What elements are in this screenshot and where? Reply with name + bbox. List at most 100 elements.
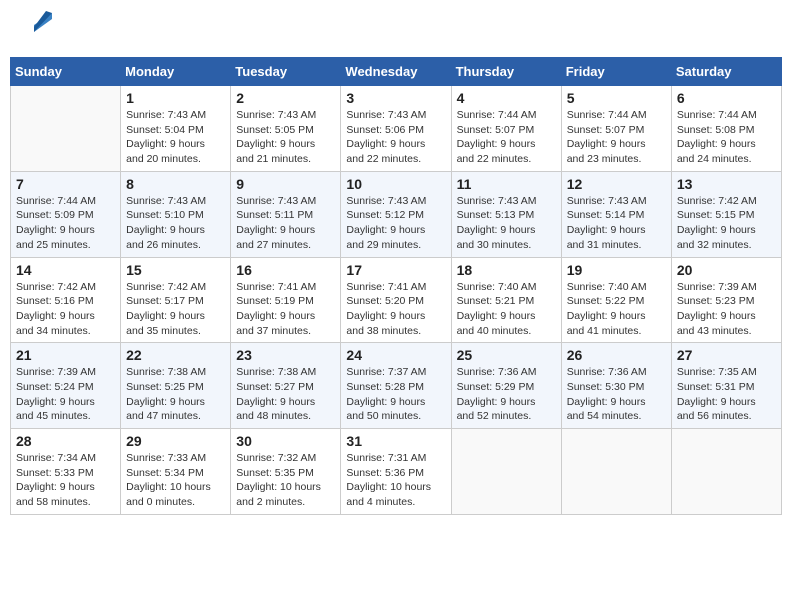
day-info: Sunrise: 7:36 AMSunset: 5:30 PMDaylight:…: [567, 365, 666, 424]
calendar-cell: 17 Sunrise: 7:41 AMSunset: 5:20 PMDayligh…: [341, 257, 451, 343]
day-number: 25: [457, 347, 556, 363]
day-number: 4: [457, 90, 556, 106]
calendar-cell: 28 Sunrise: 7:34 AMSunset: 5:33 PMDayligh…: [11, 429, 121, 515]
day-info: Sunrise: 7:37 AMSunset: 5:28 PMDaylight:…: [346, 365, 445, 424]
day-number: 22: [126, 347, 225, 363]
day-number: 12: [567, 176, 666, 192]
day-info: Sunrise: 7:33 AMSunset: 5:34 PMDaylight:…: [126, 451, 225, 510]
day-number: 16: [236, 262, 335, 278]
calendar-cell: 16 Sunrise: 7:41 AMSunset: 5:19 PMDayligh…: [231, 257, 341, 343]
calendar-cell: 26 Sunrise: 7:36 AMSunset: 5:30 PMDayligh…: [561, 343, 671, 429]
calendar-cell: 5 Sunrise: 7:44 AMSunset: 5:07 PMDaylight…: [561, 86, 671, 172]
day-info: Sunrise: 7:40 AMSunset: 5:22 PMDaylight:…: [567, 280, 666, 339]
day-info: Sunrise: 7:41 AMSunset: 5:20 PMDaylight:…: [346, 280, 445, 339]
calendar-cell: 22Sunrise: 7:38 AMSunset: 5:25 PMDayligh…: [121, 343, 231, 429]
day-number: 31: [346, 433, 445, 449]
day-info: Sunrise: 7:32 AMSunset: 5:35 PMDaylight:…: [236, 451, 335, 510]
calendar-cell: 18 Sunrise: 7:40 AMSunset: 5:21 PMDayligh…: [451, 257, 561, 343]
day-info: Sunrise: 7:43 AMSunset: 5:05 PMDaylight:…: [236, 108, 335, 167]
day-number: 7: [16, 176, 115, 192]
calendar-cell: 9Sunrise: 7:43 AMSunset: 5:11 PMDaylight…: [231, 171, 341, 257]
day-number: 27: [677, 347, 776, 363]
calendar-week-1: 7 Sunrise: 7:44 AMSunset: 5:09 PMDaylight…: [11, 171, 782, 257]
day-number: 26: [567, 347, 666, 363]
day-info: Sunrise: 7:34 AMSunset: 5:33 PMDaylight:…: [16, 451, 115, 510]
day-info: Sunrise: 7:35 AMSunset: 5:31 PMDaylight:…: [677, 365, 776, 424]
calendar-cell: 15 Sunrise: 7:42 AMSunset: 5:17 PMDayligh…: [121, 257, 231, 343]
calendar-cell: 4 Sunrise: 7:44 AMSunset: 5:07 PMDaylight…: [451, 86, 561, 172]
day-info: Sunrise: 7:44 AMSunset: 5:07 PMDaylight:…: [457, 108, 556, 167]
calendar-cell: 23 Sunrise: 7:38 AMSunset: 5:27 PMDayligh…: [231, 343, 341, 429]
day-number: 11: [457, 176, 556, 192]
header-wednesday: Wednesday: [341, 58, 451, 86]
day-number: 23: [236, 347, 335, 363]
day-info: Sunrise: 7:36 AMSunset: 5:29 PMDaylight:…: [457, 365, 556, 424]
calendar-table: SundayMondayTuesdayWednesdayThursdayFrid…: [10, 57, 782, 515]
day-number: 9: [236, 176, 335, 192]
header-saturday: Saturday: [671, 58, 781, 86]
calendar-week-4: 28 Sunrise: 7:34 AMSunset: 5:33 PMDayligh…: [11, 429, 782, 515]
day-info: Sunrise: 7:43 AMSunset: 5:10 PMDaylight:…: [126, 194, 225, 253]
calendar-cell: 31 Sunrise: 7:31 AMSunset: 5:36 PMDayligh…: [341, 429, 451, 515]
calendar-cell: 10 Sunrise: 7:43 AMSunset: 5:12 PMDayligh…: [341, 171, 451, 257]
page-header: [10, 10, 782, 47]
calendar-cell: 13Sunrise: 7:42 AMSunset: 5:15 PMDayligh…: [671, 171, 781, 257]
calendar-cell: 1 Sunrise: 7:43 AMSunset: 5:04 PMDaylight…: [121, 86, 231, 172]
day-number: 20: [677, 262, 776, 278]
day-number: 5: [567, 90, 666, 106]
header-friday: Friday: [561, 58, 671, 86]
day-number: 17: [346, 262, 445, 278]
calendar-cell: 29Sunrise: 7:33 AMSunset: 5:34 PMDayligh…: [121, 429, 231, 515]
day-number: 8: [126, 176, 225, 192]
day-info: Sunrise: 7:40 AMSunset: 5:21 PMDaylight:…: [457, 280, 556, 339]
calendar-cell: 7 Sunrise: 7:44 AMSunset: 5:09 PMDaylight…: [11, 171, 121, 257]
day-info: Sunrise: 7:39 AMSunset: 5:24 PMDaylight:…: [16, 365, 115, 424]
calendar-cell: [451, 429, 561, 515]
day-info: Sunrise: 7:43 AMSunset: 5:14 PMDaylight:…: [567, 194, 666, 253]
day-info: Sunrise: 7:44 AMSunset: 5:09 PMDaylight:…: [16, 194, 115, 253]
day-number: 24: [346, 347, 445, 363]
day-number: 15: [126, 262, 225, 278]
calendar-cell: 8 Sunrise: 7:43 AMSunset: 5:10 PMDaylight…: [121, 171, 231, 257]
header-sunday: Sunday: [11, 58, 121, 86]
calendar-cell: 19 Sunrise: 7:40 AMSunset: 5:22 PMDayligh…: [561, 257, 671, 343]
calendar-week-2: 14 Sunrise: 7:42 AMSunset: 5:16 PMDayligh…: [11, 257, 782, 343]
day-info: Sunrise: 7:44 AMSunset: 5:08 PMDaylight:…: [677, 108, 776, 167]
day-number: 3: [346, 90, 445, 106]
day-number: 10: [346, 176, 445, 192]
day-info: Sunrise: 7:44 AMSunset: 5:07 PMDaylight:…: [567, 108, 666, 167]
day-info: Sunrise: 7:41 AMSunset: 5:19 PMDaylight:…: [236, 280, 335, 339]
header-thursday: Thursday: [451, 58, 561, 86]
day-info: Sunrise: 7:38 AMSunset: 5:27 PMDaylight:…: [236, 365, 335, 424]
calendar-cell: 3Sunrise: 7:43 AMSunset: 5:06 PMDaylight…: [341, 86, 451, 172]
day-number: 28: [16, 433, 115, 449]
header-monday: Monday: [121, 58, 231, 86]
day-info: Sunrise: 7:43 AMSunset: 5:04 PMDaylight:…: [126, 108, 225, 167]
day-number: 18: [457, 262, 556, 278]
day-number: 6: [677, 90, 776, 106]
calendar-cell: 24 Sunrise: 7:37 AMSunset: 5:28 PMDayligh…: [341, 343, 451, 429]
day-info: Sunrise: 7:43 AMSunset: 5:12 PMDaylight:…: [346, 194, 445, 253]
day-number: 19: [567, 262, 666, 278]
day-number: 14: [16, 262, 115, 278]
day-info: Sunrise: 7:31 AMSunset: 5:36 PMDaylight:…: [346, 451, 445, 510]
calendar-cell: 20 Sunrise: 7:39 AMSunset: 5:23 PMDayligh…: [671, 257, 781, 343]
day-info: Sunrise: 7:42 AMSunset: 5:16 PMDaylight:…: [16, 280, 115, 339]
calendar-cell: 12 Sunrise: 7:43 AMSunset: 5:14 PMDayligh…: [561, 171, 671, 257]
day-number: 1: [126, 90, 225, 106]
calendar-week-0: 1 Sunrise: 7:43 AMSunset: 5:04 PMDaylight…: [11, 86, 782, 172]
logo: [20, 15, 54, 42]
day-info: Sunrise: 7:43 AMSunset: 5:13 PMDaylight:…: [457, 194, 556, 253]
calendar-cell: [671, 429, 781, 515]
calendar-cell: [561, 429, 671, 515]
calendar-cell: 2Sunrise: 7:43 AMSunset: 5:05 PMDaylight…: [231, 86, 341, 172]
calendar-cell: 25 Sunrise: 7:36 AMSunset: 5:29 PMDayligh…: [451, 343, 561, 429]
day-info: Sunrise: 7:39 AMSunset: 5:23 PMDaylight:…: [677, 280, 776, 339]
header-tuesday: Tuesday: [231, 58, 341, 86]
logo-icon: [24, 7, 54, 37]
calendar-cell: 6 Sunrise: 7:44 AMSunset: 5:08 PMDaylight…: [671, 86, 781, 172]
calendar-header-row: SundayMondayTuesdayWednesdayThursdayFrid…: [11, 58, 782, 86]
day-info: Sunrise: 7:42 AMSunset: 5:17 PMDaylight:…: [126, 280, 225, 339]
calendar-cell: [11, 86, 121, 172]
calendar-week-3: 21Sunrise: 7:39 AMSunset: 5:24 PMDayligh…: [11, 343, 782, 429]
